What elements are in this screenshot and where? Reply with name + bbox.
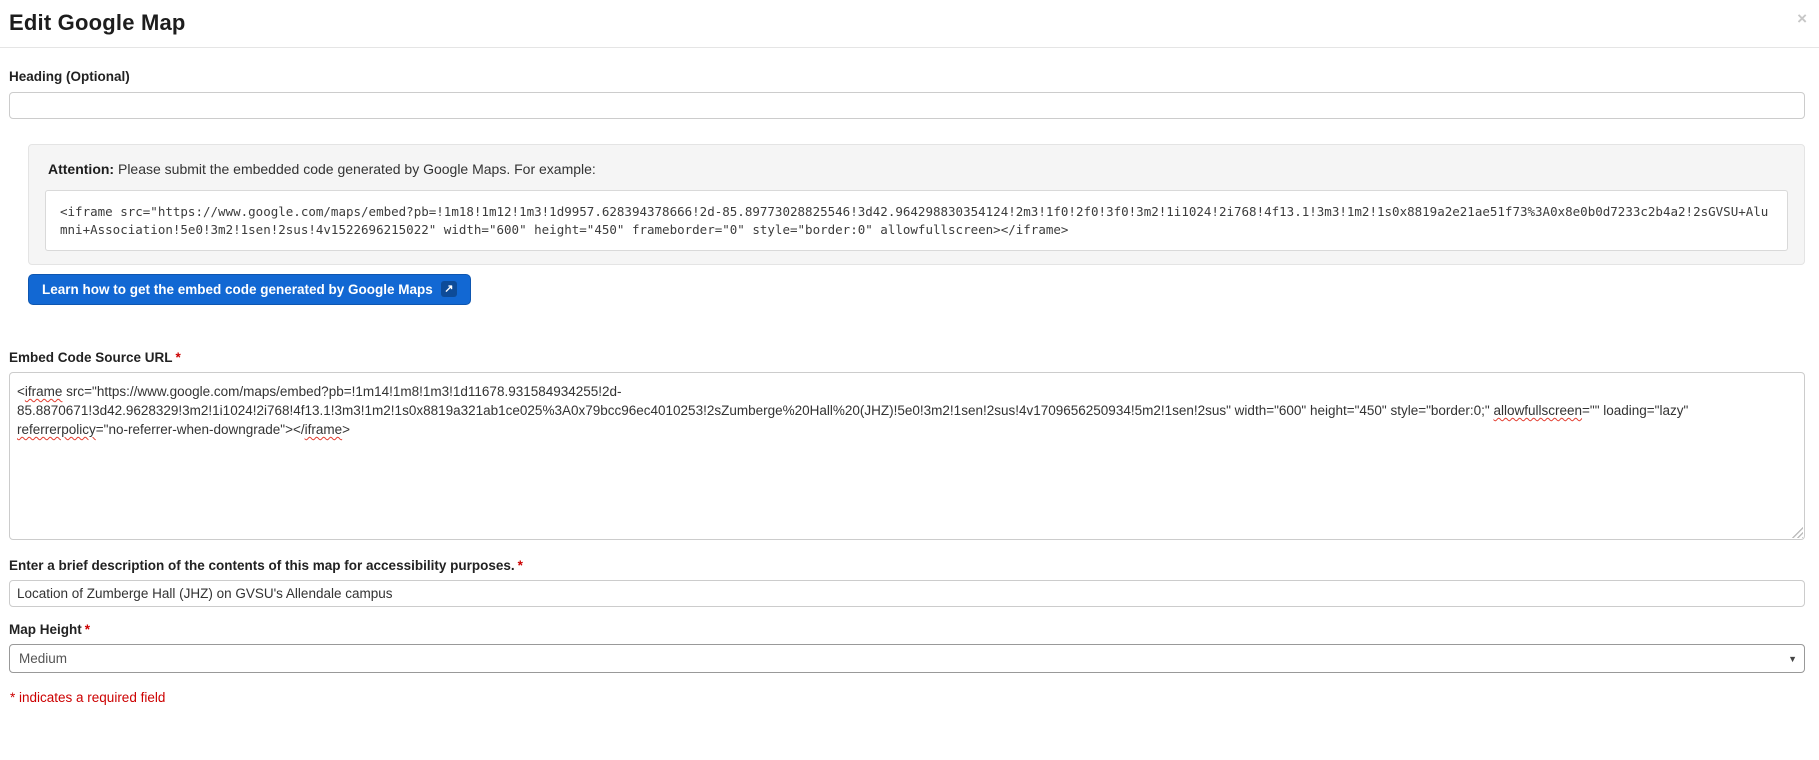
example-embed-code: <iframe src="https://www.google.com/maps… — [45, 190, 1788, 251]
map-description-label: Enter a brief description of the content… — [9, 558, 1805, 573]
attention-text: Attention: Please submit the embedded co… — [48, 161, 1788, 177]
edit-google-map-dialog: Edit Google Map × Heading (Optional) Att… — [0, 0, 1819, 705]
embed-code-source-url-label: Embed Code Source URL* — [9, 350, 1805, 365]
header-divider — [0, 47, 1819, 48]
embed-code-textarea[interactable]: <iframe src="https://www.google.com/maps… — [9, 372, 1805, 540]
required-asterisk: * — [85, 622, 90, 637]
required-field-note: * indicates a required field — [10, 690, 1805, 705]
close-icon[interactable]: × — [1793, 8, 1811, 29]
required-asterisk: * — [518, 558, 523, 573]
attention-panel: Attention: Please submit the embedded co… — [28, 144, 1805, 265]
heading-input[interactable] — [9, 92, 1805, 119]
resize-grip[interactable] — [1791, 526, 1803, 538]
external-link-icon: ↗ — [441, 281, 457, 297]
map-height-select[interactable]: Medium ▼ — [9, 644, 1805, 673]
required-asterisk: * — [176, 350, 181, 365]
attention-body: Please submit the embedded code generate… — [114, 161, 596, 177]
page-title: Edit Google Map — [9, 10, 1805, 36]
map-description-input[interactable] — [9, 580, 1805, 607]
heading-optional-label: Heading (Optional) — [9, 69, 1805, 84]
map-height-label: Map Height* — [9, 622, 1805, 637]
map-height-selected-value: Medium — [19, 651, 67, 666]
chevron-down-icon: ▼ — [1788, 654, 1797, 664]
learn-embed-code-button[interactable]: Learn how to get the embed code generate… — [28, 274, 471, 305]
attention-bold-prefix: Attention: — [48, 161, 114, 177]
learn-embed-code-button-label: Learn how to get the embed code generate… — [42, 282, 433, 297]
